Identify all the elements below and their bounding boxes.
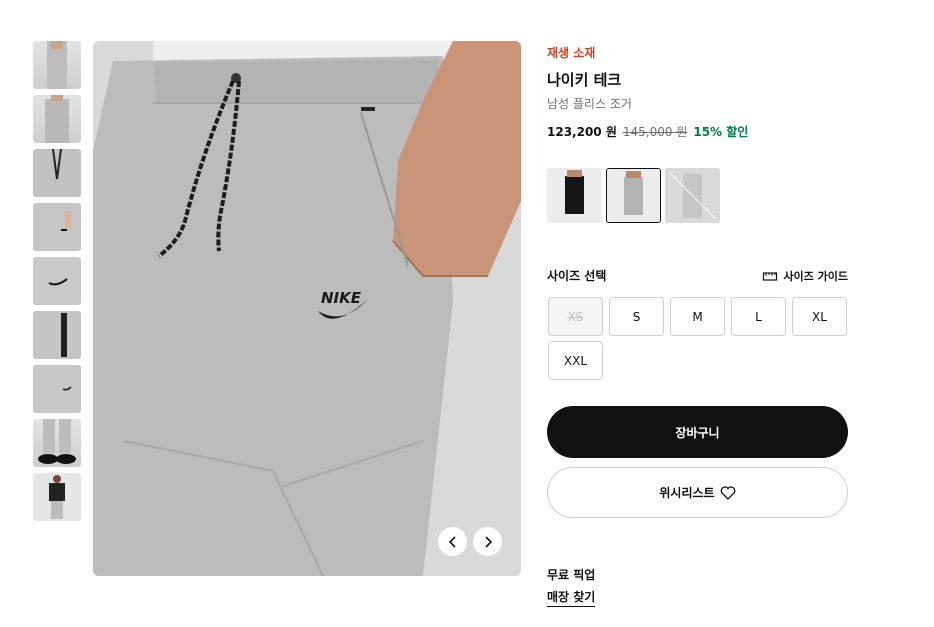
- thumbnail-8[interactable]: [33, 419, 81, 467]
- chevron-left-icon: [448, 535, 456, 548]
- color-swatch-light-grey[interactable]: [665, 168, 720, 223]
- heart-icon: [720, 485, 735, 500]
- find-store-link[interactable]: 매장 찾기: [547, 588, 596, 607]
- product-main-image: NIKE: [93, 41, 521, 576]
- thumbnail-5[interactable]: [33, 257, 81, 305]
- add-to-cart-button[interactable]: 장바구니: [547, 406, 848, 458]
- size-option-m[interactable]: M: [670, 297, 725, 336]
- gallery-prev-button[interactable]: [438, 527, 467, 556]
- thumbnail-list: [33, 41, 81, 527]
- thumbnail-9[interactable]: [33, 473, 81, 521]
- size-select-title: 사이즈 선택: [547, 269, 607, 283]
- svg-text:NIKE: NIKE: [321, 289, 362, 307]
- ruler-icon: [763, 272, 778, 281]
- product-title: 나이키 테크: [547, 71, 622, 89]
- size-option-xl[interactable]: XL: [792, 297, 847, 336]
- color-swatch-grey[interactable]: [606, 168, 661, 223]
- free-pickup-title: 무료 픽업: [547, 568, 596, 582]
- size-header: 사이즈 선택 사이즈 가이드: [547, 267, 848, 285]
- current-price: 123,200 원: [547, 125, 617, 139]
- thumbnail-3[interactable]: [33, 149, 81, 197]
- size-option-xs[interactable]: XS: [548, 297, 603, 336]
- thumbnail-2[interactable]: [33, 95, 81, 143]
- chevron-right-icon: [484, 535, 492, 548]
- gallery-next-button[interactable]: [473, 527, 502, 556]
- thumbnail-6[interactable]: [33, 311, 81, 359]
- sustainable-badge: 재생 소재: [547, 46, 596, 60]
- size-option-s[interactable]: S: [609, 297, 664, 336]
- original-price: 145,000 원: [622, 125, 688, 139]
- product-subtitle: 남성 플리스 조거: [547, 97, 632, 111]
- pants-illustration: NIKE: [93, 41, 521, 576]
- price-row: 123,200 원 145,000 원 15% 할인: [547, 123, 748, 140]
- wishlist-label: 위시리스트: [659, 486, 715, 500]
- color-swatches: [547, 168, 720, 223]
- size-option-xxl[interactable]: XXL: [548, 341, 603, 380]
- size-option-l[interactable]: L: [731, 297, 786, 336]
- thumbnail-1[interactable]: [33, 41, 81, 89]
- thumbnail-4[interactable]: [33, 203, 81, 251]
- discount-label: 15% 할인: [693, 125, 749, 139]
- wishlist-button[interactable]: 위시리스트: [547, 467, 848, 518]
- size-guide-label: 사이즈 가이드: [783, 270, 848, 283]
- thumbnail-7[interactable]: [33, 365, 81, 413]
- size-guide-link[interactable]: 사이즈 가이드: [762, 268, 848, 284]
- color-swatch-black[interactable]: [547, 168, 602, 223]
